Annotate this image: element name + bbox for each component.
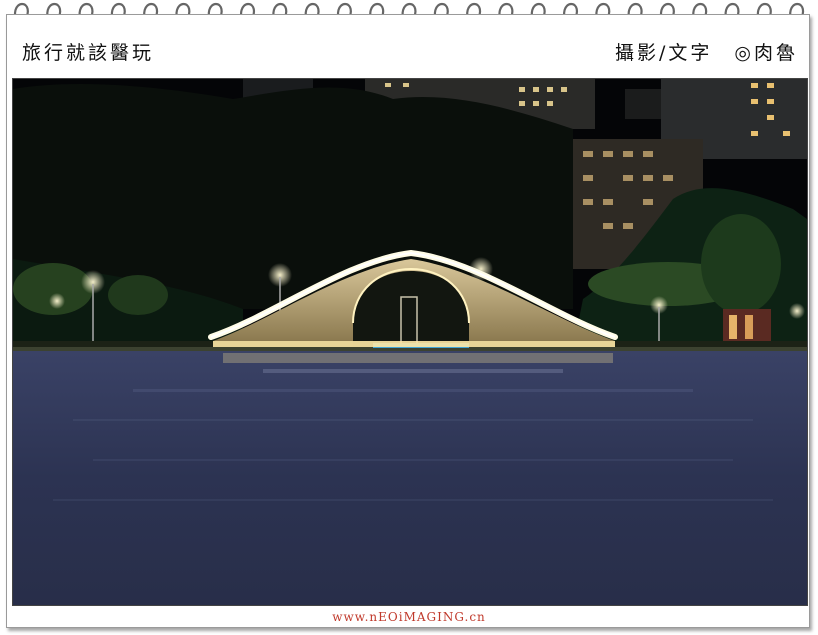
night-bridge-image [13, 79, 807, 605]
watermark: www.nEOiMAGING.cn [332, 610, 486, 624]
page-title: 旅行就該醫玩 [22, 42, 155, 64]
photo-credit: 攝影/文字 ◎肉魯 [615, 42, 798, 64]
photo [12, 78, 808, 606]
